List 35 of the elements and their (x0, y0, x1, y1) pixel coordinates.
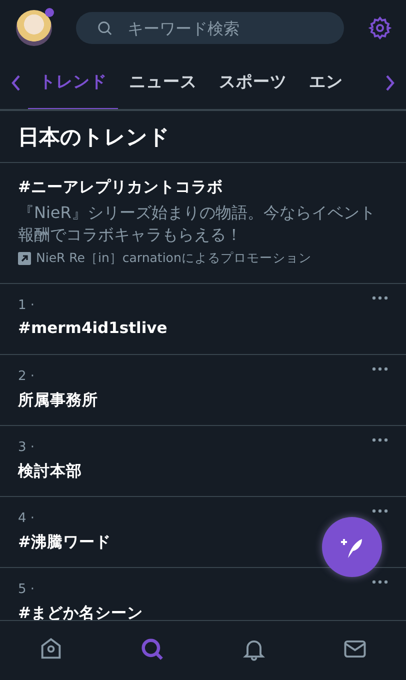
trend-rank: 1 · (18, 298, 36, 313)
more-icon (372, 438, 388, 442)
sponsor-text: NieR Re［in］carnationによるプロモーション (36, 250, 312, 267)
promo-description: 『NieR』シリーズ始まりの物語。今ならイベント報酬でコラボキャラもらえる！ (18, 202, 376, 246)
search-field[interactable]: キーワード検索 (127, 12, 324, 44)
settings-icon[interactable] (368, 16, 392, 40)
trend-title[interactable]: 所属事務所 (18, 390, 98, 411)
tab[interactable]: ニュース (118, 56, 208, 109)
chevron-left-icon (10, 74, 22, 92)
trend-title[interactable]: 検討本部 (18, 461, 82, 482)
promoted-icon (18, 252, 31, 265)
more-button[interactable] (370, 578, 390, 586)
more-button[interactable] (370, 436, 390, 444)
trend-rank: 2 · (18, 369, 36, 384)
trend-title[interactable]: #沸騰ワード (18, 532, 111, 553)
promo-title[interactable]: #ニーアレプリカントコラボ (18, 177, 388, 198)
more-icon (372, 367, 388, 371)
more-icon (372, 580, 388, 584)
tab[interactable]: エン (298, 56, 354, 109)
more-icon (372, 509, 388, 513)
compose-button[interactable] (322, 517, 382, 577)
trend-rank: 4 · (18, 511, 36, 526)
trend-title[interactable]: #merm4id1stlive (18, 319, 168, 337)
more-icon (372, 296, 388, 300)
avatar[interactable] (16, 10, 52, 46)
more-button[interactable] (370, 365, 390, 373)
trend-rank: 5 · (18, 582, 36, 597)
more-button[interactable] (370, 507, 390, 515)
chevron-right-icon (384, 74, 396, 92)
tab[interactable]: スポーツ (208, 56, 298, 109)
section-title: 日本のトレンド (0, 111, 406, 163)
trend-rank: 3 · (18, 440, 36, 455)
search-bar[interactable]: キーワード検索 (76, 12, 344, 44)
more-button[interactable] (370, 294, 390, 302)
search-icon (139, 636, 166, 662)
